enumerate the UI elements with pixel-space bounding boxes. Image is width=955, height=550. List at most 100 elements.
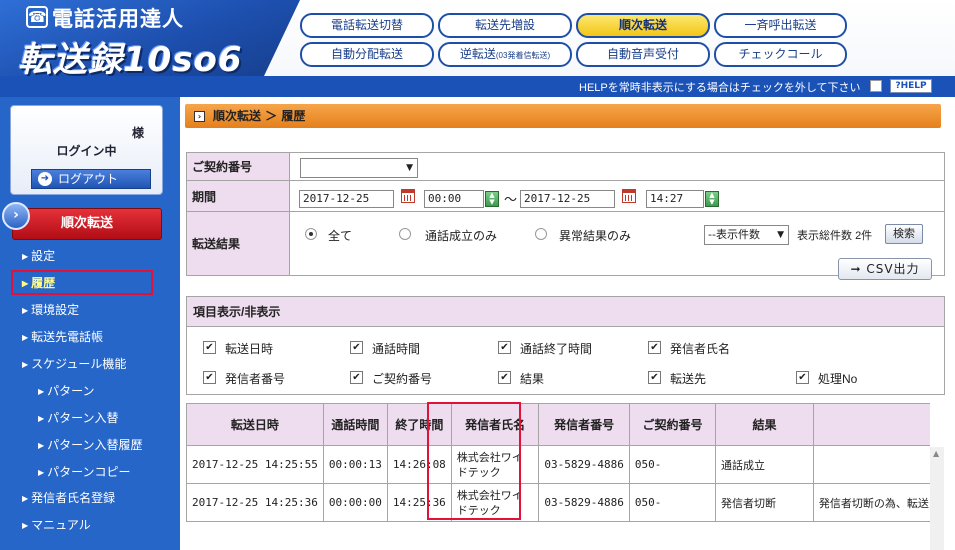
- sidebar-item-phonebook[interactable]: ▶ 転送先電話帳: [22, 326, 202, 348]
- checkbox-destination[interactable]: ✔: [648, 371, 661, 384]
- checkbox-label: 発信者氏名: [670, 342, 731, 356]
- nav-reverse-transfer[interactable]: 逆転送(03発着信転送): [438, 42, 572, 67]
- triangle-icon: ▶: [38, 440, 45, 450]
- checkbox-result[interactable]: ✔: [498, 371, 511, 384]
- sidebar-section-title[interactable]: 順次転送: [12, 208, 162, 240]
- sidebar-item-label: パターン入替: [47, 411, 119, 425]
- sidebar-item-environment[interactable]: ▶ 環境設定: [22, 299, 202, 321]
- triangle-icon: ▶: [22, 305, 29, 315]
- nav-check-call[interactable]: チェックコール: [714, 42, 847, 67]
- nav-reverse-sub: (03発着信転送): [495, 51, 551, 60]
- sidebar-item-label: 転送先電話帳: [31, 330, 104, 344]
- col-extra: [812, 403, 930, 446]
- help-toggle-checkbox[interactable]: [870, 80, 882, 92]
- contract-select[interactable]: ▼: [300, 158, 418, 178]
- checkbox-caller-number[interactable]: ✔: [203, 371, 216, 384]
- checkbox-label: 結果: [520, 372, 545, 386]
- sidebar-item-schedule[interactable]: ▶ スケジュール機能: [22, 353, 202, 375]
- nav-sequential-transfer[interactable]: 順次転送: [576, 13, 710, 38]
- arrow-right-icon: ›: [194, 111, 205, 122]
- help-button[interactable]: ?HELP: [890, 79, 932, 93]
- count-select-value: --表示件数: [708, 228, 760, 241]
- time-to-input[interactable]: 14:27: [646, 190, 704, 208]
- checkbox-label: 発信者番号: [225, 372, 286, 386]
- breadcrumb: › 順次転送 ＞ 履歴: [185, 104, 941, 128]
- radio-error-only[interactable]: [535, 228, 547, 240]
- table-scrollbar[interactable]: ▲: [930, 447, 944, 550]
- sidebar-section-header: 順次転送 ›: [0, 202, 170, 240]
- login-state: ログイン中: [56, 144, 117, 158]
- csv-label: CSV出力: [866, 262, 920, 276]
- sidebar-item-settings[interactable]: ▶ 設定: [22, 245, 202, 267]
- nav-auto-distribution[interactable]: 自動分配転送: [300, 42, 434, 67]
- triangle-icon: ▶: [38, 467, 45, 477]
- col-call-duration: 通話時間: [322, 403, 388, 446]
- arrow-right-icon: ➜: [38, 172, 52, 186]
- col-contract-number: ご契約番号: [628, 403, 717, 446]
- cell-result: 通話成立: [715, 445, 814, 484]
- radio-success-only[interactable]: [399, 228, 411, 240]
- nav-add-destination[interactable]: 転送先増設: [438, 13, 572, 38]
- csv-export-button[interactable]: ➞ CSV出力: [838, 258, 932, 280]
- time-spinner-icon[interactable]: ▲ ▼: [485, 191, 499, 207]
- checkbox-transfer-datetime[interactable]: ✔: [203, 341, 216, 354]
- nav-voice-reception[interactable]: 自動音声受付: [576, 42, 710, 67]
- logout-label: ログアウト: [58, 172, 119, 186]
- sidebar-item-label: スケジュール機能: [31, 357, 127, 371]
- checkbox-call-end[interactable]: ✔: [498, 341, 511, 354]
- display-options-title: 項目表示/非表示: [187, 297, 944, 327]
- cell-duration: 00:00:13: [322, 445, 388, 484]
- date-from-input[interactable]: 2017-12-25: [299, 190, 394, 208]
- time-from-input[interactable]: 00:00: [424, 190, 484, 208]
- total-count-label: 表示総件数 2件: [797, 227, 872, 243]
- contract-label: ご契約番号: [186, 152, 290, 181]
- time-spinner-icon[interactable]: ▲ ▼: [705, 191, 719, 207]
- triangle-icon: ▶: [38, 386, 45, 396]
- sidebar-item-label: 発信者氏名登録: [31, 491, 116, 505]
- logo-line1: 電話活用達人: [52, 7, 184, 31]
- checkbox-label: 通話終了時間: [520, 342, 593, 356]
- help-instruction: HELPを常時非表示にする場合はチェックを外して下さい: [579, 82, 861, 94]
- checkbox-label: 転送先: [670, 372, 707, 386]
- sidebar-item-label: 環境設定: [31, 303, 80, 317]
- history-table: 転送日時 通話時間 終了時間 発信者氏名 発信者番号 ご契約番号 結果 2017…: [186, 403, 930, 522]
- nav-phone-switch[interactable]: 電話転送切替: [300, 13, 434, 38]
- triangle-icon: ▶: [22, 520, 29, 530]
- col-result: 結果: [715, 403, 814, 446]
- triangle-icon: ▶: [22, 359, 29, 369]
- login-panel: 様 ログイン中 ➜ ログアウト: [10, 105, 163, 195]
- date-to-input[interactable]: 2017-12-25: [520, 190, 615, 208]
- checkbox-call-duration[interactable]: ✔: [350, 341, 363, 354]
- search-button[interactable]: 検索: [885, 224, 923, 244]
- scroll-up-icon[interactable]: ▲: [933, 449, 939, 458]
- sidebar-item-label: パターン: [47, 384, 95, 398]
- cell-result: 発信者切断: [715, 483, 814, 522]
- radio-all[interactable]: [305, 228, 317, 240]
- logout-button[interactable]: ➜ ログアウト: [31, 169, 151, 189]
- checkbox-contract-number[interactable]: ✔: [350, 371, 363, 384]
- cell-datetime: 2017-12-25 14:25:55: [186, 445, 324, 484]
- cell-duration: 00:00:00: [322, 483, 388, 522]
- phone-icon: ☎: [26, 6, 48, 28]
- triangle-icon: ▶: [22, 251, 29, 261]
- user-suffix: 様: [131, 126, 144, 140]
- sidebar-item-label: マニュアル: [31, 518, 91, 532]
- calendar-icon[interactable]: [622, 189, 636, 203]
- range-separator: 〜: [504, 193, 518, 208]
- cell-extra: 発信者切断の為、転送: [812, 483, 930, 522]
- arrow-right-icon: ➞: [850, 262, 867, 276]
- nav-simultaneous-call[interactable]: 一斉呼出転送: [714, 13, 847, 38]
- sidebar-item-caller-name[interactable]: ▶ 発信者氏名登録: [22, 487, 202, 509]
- count-select[interactable]: --表示件数 ▼: [704, 225, 789, 245]
- caller-name-highlight-frame: [427, 402, 521, 520]
- checkbox-process-no[interactable]: ✔: [796, 371, 809, 384]
- sidebar-item-manual[interactable]: ▶ マニュアル: [22, 514, 202, 536]
- result-label: 転送結果: [186, 211, 290, 276]
- logo-line2: 転送録10so6: [18, 40, 243, 80]
- total-label: 表示総件数: [797, 230, 852, 242]
- calendar-icon[interactable]: [401, 189, 415, 203]
- radio-success-label: 通話成立のみ: [425, 229, 498, 243]
- triangle-icon: ▶: [22, 493, 29, 503]
- checkbox-caller-name[interactable]: ✔: [648, 341, 661, 354]
- checkbox-label: 通話時間: [372, 342, 421, 356]
